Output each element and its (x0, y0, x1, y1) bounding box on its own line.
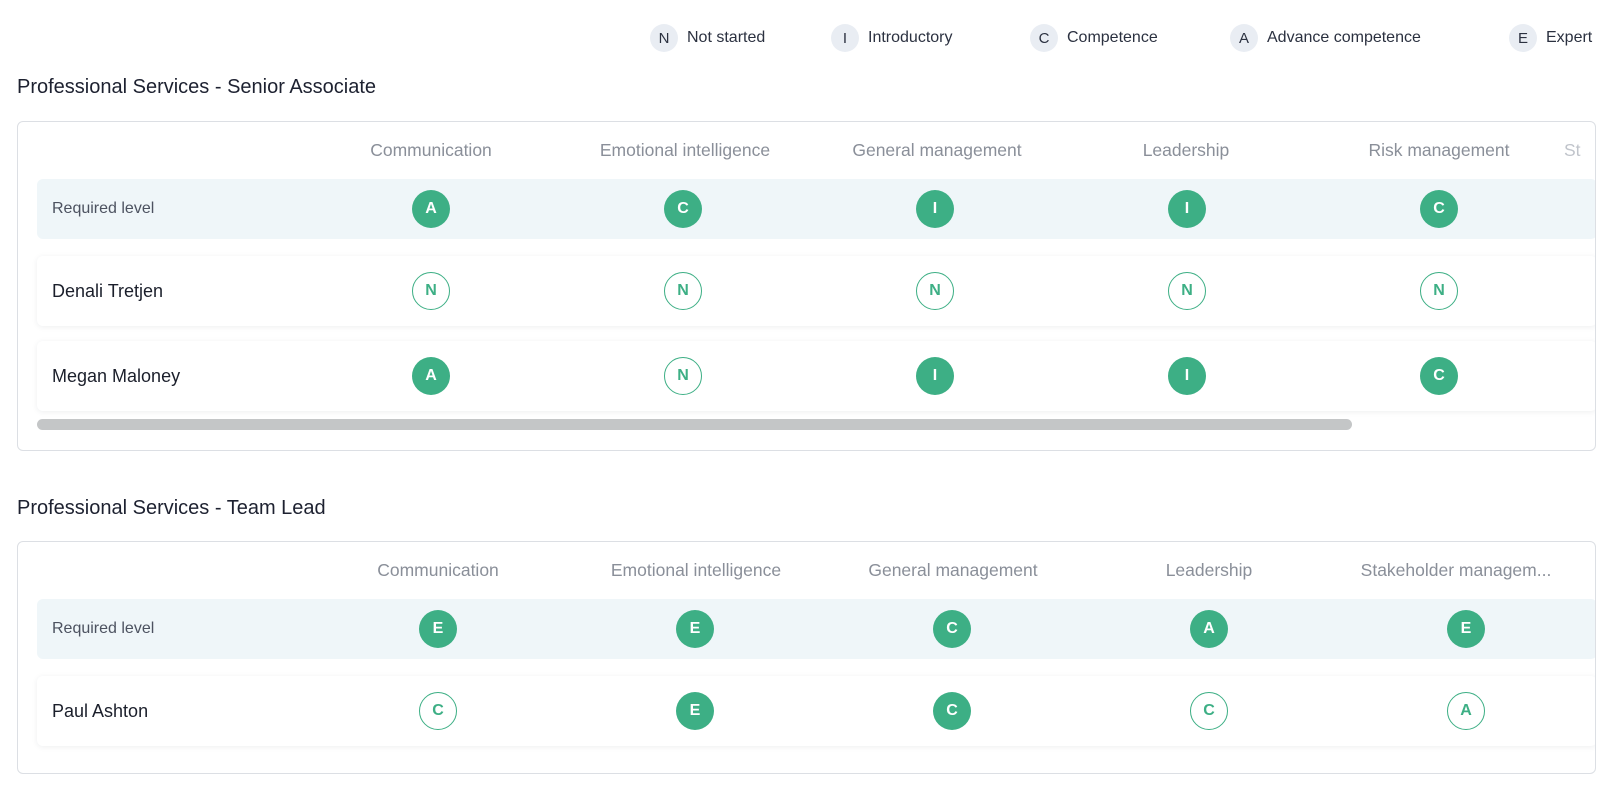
level-badge: E (419, 610, 457, 648)
column-header: Emotional intelligence (599, 140, 771, 160)
skills-matrix-team-lead: Communication Emotional intelligence Gen… (17, 541, 1596, 774)
column-header: General management (868, 560, 1038, 580)
level-badge: E (676, 692, 714, 730)
level-badge: I (1168, 357, 1206, 395)
person-name: Paul Ashton (52, 700, 149, 721)
level-badge: N (1168, 272, 1206, 310)
required-level-row: Required level E E C A E (37, 599, 1595, 659)
column-header: Communication (370, 140, 492, 160)
legend-label: Competence (1067, 29, 1158, 46)
legend-item-expert: E Expert (1509, 24, 1592, 52)
column-header: Risk management (1368, 140, 1510, 160)
level-badge: I (916, 357, 954, 395)
legend-item-competence: C Competence (1030, 24, 1158, 52)
row-label: Required level (52, 620, 155, 637)
level-legend: N Not started I Introductory C Competenc… (0, 24, 1605, 52)
level-badge: N (664, 357, 702, 395)
legend-label: Advance competence (1267, 29, 1421, 46)
level-badge: I (916, 190, 954, 228)
level-badge: A (412, 357, 450, 395)
level-badge: C (933, 692, 971, 730)
level-badge: C (1420, 190, 1458, 228)
legend-item-not-started: N Not started (650, 24, 765, 52)
level-badge: A (412, 190, 450, 228)
level-badge: N (664, 272, 702, 310)
level-badge: C (664, 190, 702, 228)
level-badge: C (933, 610, 971, 648)
legend-label: Introductory (868, 29, 953, 46)
column-header: Stakeholder managem... (1360, 560, 1552, 580)
column-header: Leadership (1142, 140, 1230, 160)
level-badge: A (1447, 692, 1485, 730)
person-row[interactable]: Denali Tretjen N N N N N (37, 256, 1595, 326)
column-header-clipped: St (1564, 140, 1581, 160)
legend-badge: E (1509, 24, 1537, 52)
column-header: Communication (377, 560, 499, 580)
person-row[interactable]: Megan Maloney A N I I C (37, 341, 1595, 411)
level-badge: E (676, 610, 714, 648)
row-label: Required level (52, 200, 155, 217)
column-header: General management (852, 140, 1022, 160)
level-badge: N (916, 272, 954, 310)
section-title: Professional Services - Team Lead (17, 497, 326, 519)
column-header: Leadership (1165, 560, 1253, 580)
legend-badge: N (650, 24, 678, 52)
level-badge: C (419, 692, 457, 730)
legend-badge: A (1230, 24, 1258, 52)
required-level-row: Required level A C I I C (37, 179, 1595, 239)
person-name: Megan Maloney (52, 365, 181, 386)
person-row[interactable]: Paul Ashton C E C C A (37, 676, 1595, 746)
level-badge: A (1190, 610, 1228, 648)
legend-label: Not started (687, 29, 766, 46)
legend-badge: I (831, 24, 859, 52)
level-badge: E (1447, 610, 1485, 648)
level-badge: C (1190, 692, 1228, 730)
column-header: Emotional intelligence (610, 560, 782, 580)
level-badge: N (412, 272, 450, 310)
legend-item-introductory: I Introductory (831, 24, 952, 52)
skills-matrix-senior-associate: Communication Emotional intelligence Gen… (17, 121, 1596, 451)
person-name: Denali Tretjen (52, 280, 164, 301)
level-badge: C (1420, 357, 1458, 395)
section-title: Professional Services - Senior Associate (17, 76, 377, 98)
legend-badge: C (1030, 24, 1058, 52)
level-badge: N (1420, 272, 1458, 310)
legend-item-advance-competence: A Advance competence (1230, 24, 1421, 52)
horizontal-scrollbar[interactable] (37, 419, 1352, 430)
level-badge: I (1168, 190, 1206, 228)
legend-label: Expert (1546, 29, 1593, 46)
